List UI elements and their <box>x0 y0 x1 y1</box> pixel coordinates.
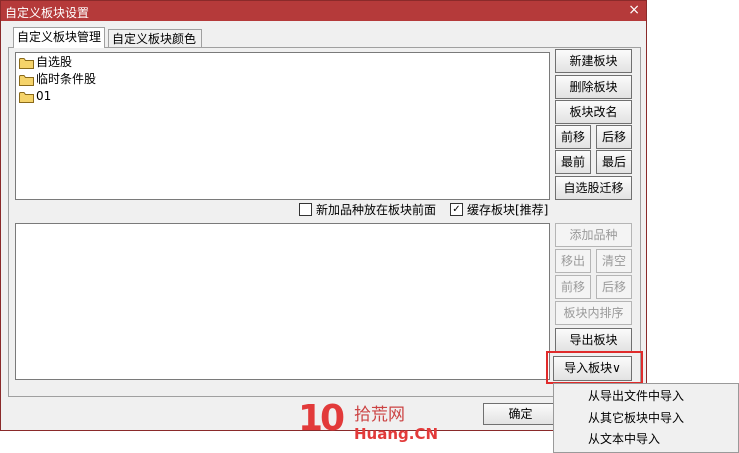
move-up-button[interactable]: 前移 <box>555 125 591 149</box>
rename-block-button[interactable]: 板块改名 <box>555 100 632 124</box>
folder-icon <box>19 74 34 86</box>
folder-icon <box>19 57 34 69</box>
highlight-box <box>546 351 643 384</box>
list-item-label: 临时条件股 <box>36 72 97 86</box>
watermark-number: 10 <box>298 398 345 439</box>
add-front-label: 新加品种放在板块前面 <box>316 203 437 217</box>
ok-button[interactable]: 确定 <box>483 403 558 425</box>
import-menu: 从导出文件中导入 从其它板块中导入 从文本中导入 <box>553 383 739 453</box>
watermark-en: Huang.CN <box>354 425 439 443</box>
cache-label: 缓存板块[推荐] <box>467 203 549 217</box>
stock-list[interactable] <box>15 223 550 380</box>
list-item[interactable]: 01 <box>19 88 51 105</box>
list-item[interactable]: 自选股 <box>19 54 72 71</box>
stock-move-down-button[interactable]: 后移 <box>596 275 632 299</box>
menu-item-import-from-file[interactable]: 从导出文件中导入 <box>588 387 684 405</box>
clear-stocks-button[interactable]: 清空 <box>596 249 632 273</box>
export-block-button[interactable]: 导出板块 <box>555 328 632 352</box>
block-list[interactable]: 自选股 临时条件股 01 <box>15 52 550 200</box>
title-bar[interactable]: 自定义板块设置 × <box>1 1 646 21</box>
remove-stock-button[interactable]: 移出 <box>555 249 591 273</box>
close-icon[interactable]: × <box>628 2 640 18</box>
add-stock-button[interactable]: 添加品种 <box>555 223 632 247</box>
tab-block-color[interactable]: 自定义板块颜色 <box>108 29 202 47</box>
move-first-button[interactable]: 最前 <box>555 150 591 174</box>
tab-block-management[interactable]: 自定义板块管理 <box>13 27 105 48</box>
migrate-watchlist-button[interactable]: 自选股迁移 <box>555 176 632 200</box>
list-item[interactable]: 临时条件股 <box>19 71 96 88</box>
delete-block-button[interactable]: 删除板块 <box>555 75 632 99</box>
move-last-button[interactable]: 最后 <box>596 150 632 174</box>
window-title: 自定义板块设置 <box>5 6 90 20</box>
watermark-cn: 拾荒网 <box>354 405 405 425</box>
stock-move-up-button[interactable]: 前移 <box>555 275 591 299</box>
new-block-button[interactable]: 新建板块 <box>555 49 632 73</box>
menu-item-import-from-block[interactable]: 从其它板块中导入 <box>588 409 684 427</box>
cache-checkbox[interactable]: ✓ 缓存板块[推荐] <box>450 202 548 218</box>
checkbox-box[interactable] <box>299 203 312 216</box>
list-item-label: 自选股 <box>36 55 73 69</box>
move-down-button[interactable]: 后移 <box>596 125 632 149</box>
checkmark-icon[interactable]: ✓ <box>450 203 463 216</box>
menu-item-import-from-text[interactable]: 从文本中导入 <box>588 430 660 448</box>
add-front-checkbox[interactable]: 新加品种放在板块前面 <box>299 202 436 218</box>
folder-icon <box>19 91 34 103</box>
list-item-label: 01 <box>36 89 52 103</box>
watermark-logo: 10 拾荒网 Huang.CN <box>298 398 438 448</box>
sort-in-block-button[interactable]: 板块内排序 <box>555 301 632 325</box>
